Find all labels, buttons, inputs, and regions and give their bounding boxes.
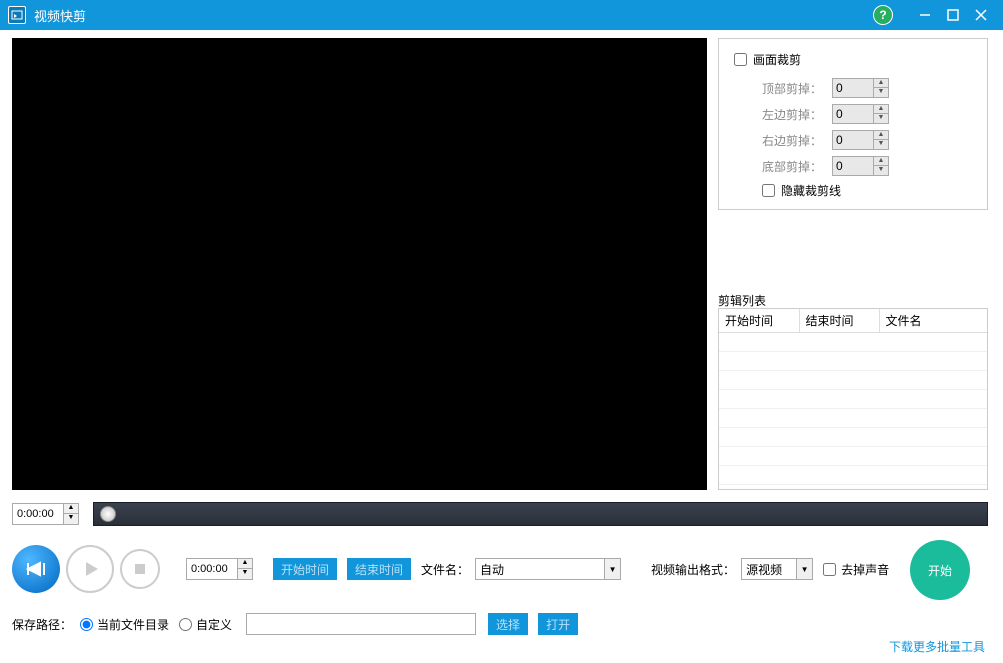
open-path-button[interactable]: 打开: [538, 613, 578, 635]
col-end[interactable]: 结束时间: [799, 309, 879, 333]
save-row: 保存路径： 当前文件目录 自定义 选择 打开: [12, 610, 988, 638]
app-icon: [8, 6, 26, 24]
save-custom-radio[interactable]: [179, 618, 192, 631]
crop-top-label: 顶部剪掉：: [762, 80, 832, 97]
minimize-button[interactable]: [911, 0, 939, 30]
play-button[interactable]: [66, 545, 114, 593]
crop-enable-checkbox[interactable]: [734, 53, 747, 66]
range-button[interactable]: [12, 545, 60, 593]
crop-panel: 画面裁剪 顶部剪掉： ▲▼ 左边剪掉： ▲▼ 右边剪掉： ▲▼ 底部剪掉：: [718, 38, 988, 210]
set-start-time-button[interactable]: 开始时间: [273, 558, 337, 580]
crop-left-input[interactable]: [832, 104, 874, 124]
table-row[interactable]: [719, 390, 987, 409]
col-file[interactable]: 文件名: [879, 309, 987, 333]
select-path-button[interactable]: 选择: [488, 613, 528, 635]
filename-dropdown-button[interactable]: ▼: [605, 558, 621, 580]
mute-checkbox[interactable]: [823, 563, 836, 576]
timeline-thumb[interactable]: [100, 506, 116, 522]
close-button[interactable]: [967, 0, 995, 30]
control-time-spinner[interactable]: ▲▼: [238, 558, 253, 580]
output-format-label: 视频输出格式：: [651, 561, 735, 578]
table-row[interactable]: [719, 333, 987, 352]
start-button[interactable]: 开始: [910, 540, 970, 600]
output-format-input[interactable]: [741, 558, 797, 580]
crop-bottom-input[interactable]: [832, 156, 874, 176]
timeline-slider[interactable]: [93, 502, 988, 526]
table-row[interactable]: [719, 409, 987, 428]
timeline-time-input[interactable]: [12, 503, 64, 525]
set-end-time-button[interactable]: 结束时间: [347, 558, 411, 580]
crop-right-spinner[interactable]: ▲▼: [874, 130, 889, 150]
help-button[interactable]: ?: [873, 5, 893, 25]
filename-input[interactable]: [475, 558, 605, 580]
crop-top-input[interactable]: [832, 78, 874, 98]
save-custom-path-input[interactable]: [246, 613, 476, 635]
hide-crop-lines-label: 隐藏裁剪线: [781, 182, 841, 199]
crop-right-label: 右边剪掉：: [762, 132, 832, 149]
crop-left-label: 左边剪掉：: [762, 106, 832, 123]
download-more-tools-link[interactable]: 下载更多批量工具: [889, 638, 985, 655]
crop-top-spinner[interactable]: ▲▼: [874, 78, 889, 98]
table-row[interactable]: [719, 352, 987, 371]
table-row[interactable]: [719, 466, 987, 485]
controls-row: ▲▼ 开始时间 结束时间 文件名： ▼ 视频输出格式： ▼ 去掉声音 开始: [12, 540, 988, 598]
crop-left-spinner[interactable]: ▲▼: [874, 104, 889, 124]
hide-crop-lines-checkbox[interactable]: [762, 184, 775, 197]
table-header-row: 开始时间 结束时间 文件名: [719, 309, 987, 333]
edit-list-label: 剪辑列表: [718, 292, 766, 309]
table-row[interactable]: [719, 428, 987, 447]
timeline-time-spinner[interactable]: ▲▼: [64, 503, 79, 525]
stop-button[interactable]: [120, 549, 160, 589]
edit-list[interactable]: 开始时间 结束时间 文件名: [718, 308, 988, 490]
filename-label: 文件名：: [421, 561, 469, 578]
save-current-dir-label: 当前文件目录: [97, 616, 169, 633]
control-time-input[interactable]: [186, 558, 238, 580]
app-title: 视频快剪: [34, 6, 873, 25]
maximize-button[interactable]: [939, 0, 967, 30]
save-custom-label: 自定义: [196, 616, 232, 633]
crop-right-input[interactable]: [832, 130, 874, 150]
save-path-label: 保存路径：: [12, 616, 72, 633]
titlebar: 视频快剪 ?: [0, 0, 1003, 30]
video-preview[interactable]: [12, 38, 707, 490]
crop-title-label: 画面裁剪: [753, 51, 801, 68]
timeline-row: ▲▼: [12, 500, 988, 528]
crop-bottom-label: 底部剪掉：: [762, 158, 832, 175]
table-row[interactable]: [719, 371, 987, 390]
table-row[interactable]: [719, 447, 987, 466]
save-current-dir-radio[interactable]: [80, 618, 93, 631]
col-start[interactable]: 开始时间: [719, 309, 799, 333]
output-format-dropdown-button[interactable]: ▼: [797, 558, 813, 580]
crop-bottom-spinner[interactable]: ▲▼: [874, 156, 889, 176]
mute-label: 去掉声音: [841, 561, 889, 578]
